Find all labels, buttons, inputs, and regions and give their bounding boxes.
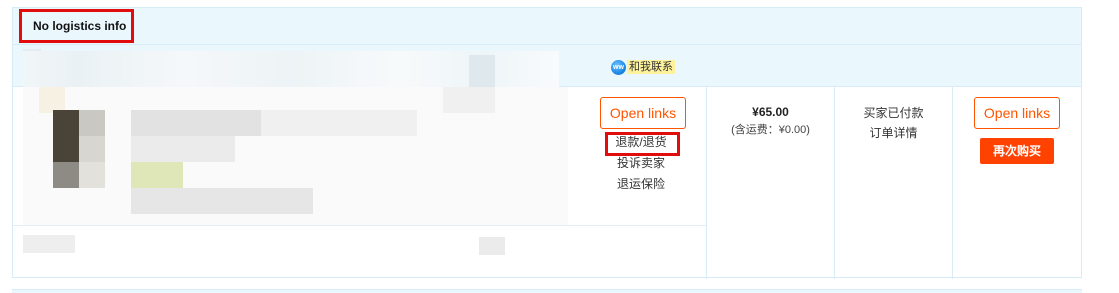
order-detail-link[interactable]: 订单详情 [835,123,952,143]
shipping-fee: (含运费：¥0.00) [731,124,810,136]
redacted-product [443,87,495,113]
contact-seller-label: 和我联系 [627,60,675,74]
redacted-product [79,162,105,188]
redacted-product [131,136,235,162]
shop-row: ww 和我联系 [13,45,1081,87]
logistics-status: No logistics info [19,9,134,43]
column-divider [952,87,953,279]
complain-seller-link[interactable]: 投诉卖家 [596,153,686,174]
order-card: No logistics info ww 和我联系 Open links 退款/… [12,7,1082,279]
redacted-product [23,235,75,253]
buy-again-button[interactable]: 再次购买 [980,138,1054,164]
order-header: No logistics info [13,8,1081,45]
return-insurance-link[interactable]: 退运保险 [596,174,686,195]
redacted-product [79,136,105,162]
order-total: ¥65.00 [752,105,789,119]
redacted-product [53,162,79,188]
item-info [23,87,568,279]
redacted-product [79,110,105,136]
next-order-header [12,289,1082,293]
redacted-product [53,110,79,162]
contact-seller-link[interactable]: ww 和我联系 [611,59,675,75]
redacted-product [479,237,505,255]
redacted-product [131,188,313,214]
price-cell: ¥65.00 (含运费：¥0.00) [707,103,834,139]
order-body: Open links 退款/退货 投诉卖家 退运保险 ¥65.00 (含运费：¥… [13,87,1081,279]
item-divider [13,225,706,226]
order-status: 买家已付款 [863,106,924,120]
redacted-product [131,162,183,188]
redacted-product [261,110,417,136]
redacted-shop-name [469,55,495,87]
wangwang-chat-icon: ww [611,59,626,75]
refund-highlight [605,132,680,156]
action-open-links-button[interactable]: Open links [974,97,1060,129]
item-open-links-button[interactable]: Open links [600,97,686,129]
status-cell: 买家已付款 订单详情 [835,103,952,143]
redacted-product [131,110,261,136]
